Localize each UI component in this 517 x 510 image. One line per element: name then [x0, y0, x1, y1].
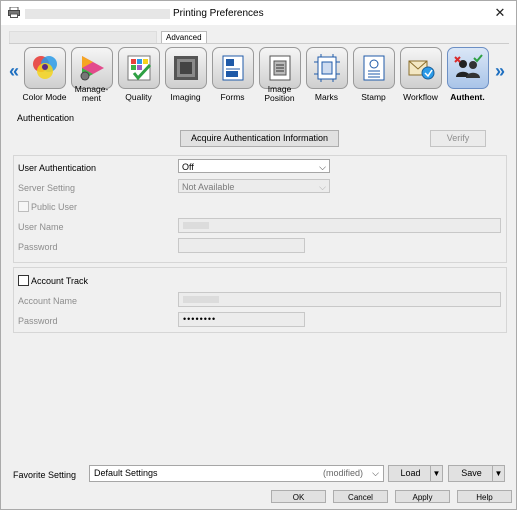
- icon-tab-frame: [306, 47, 348, 89]
- load-split-button: Load ▼: [388, 465, 443, 482]
- icon-tab-frame: [24, 47, 66, 89]
- user-name-field[interactable]: [178, 218, 501, 233]
- server-setting-select[interactable]: Not Available ⌵: [178, 179, 330, 193]
- icon-tab-image-position[interactable]: Image Position: [256, 47, 303, 105]
- tab-advanced[interactable]: Advanced: [161, 31, 207, 43]
- apply-button[interactable]: Apply: [395, 490, 450, 503]
- imaging-icon: [174, 56, 198, 80]
- user-name-redacted: [183, 222, 209, 229]
- icon-tab-management[interactable]: Manage- ment: [68, 47, 115, 105]
- save-button[interactable]: Save: [449, 466, 494, 481]
- icon-tab-workflow[interactable]: Workflow: [397, 47, 444, 105]
- auth-password-field[interactable]: [178, 238, 305, 253]
- favorite-modified-text: (modified): [322, 468, 363, 478]
- tab-strip: Advanced: [9, 31, 509, 44]
- icon-tab-imaging[interactable]: Imaging: [162, 47, 209, 105]
- color-wheel-icon: [33, 56, 57, 79]
- printer-name-redacted: [25, 9, 170, 19]
- public-user-checkbox[interactable]: [18, 201, 29, 212]
- user-authentication-label: User Authentication: [18, 163, 97, 173]
- icon-tab-frame: [118, 47, 160, 89]
- chevron-down-icon: ⌵: [319, 182, 326, 192]
- icon-tab-frame: [447, 47, 489, 89]
- account-password-field[interactable]: ••••••••: [178, 312, 305, 327]
- management-icon: [80, 56, 104, 81]
- icon-tab-frame: [353, 47, 395, 89]
- stamp-icon: [363, 55, 385, 81]
- icon-tab-quality[interactable]: Quality: [115, 47, 162, 105]
- marks-icon: [314, 54, 340, 82]
- authentication-icon: [454, 54, 483, 78]
- icon-tab-color-mode[interactable]: Color Mode: [21, 47, 68, 105]
- server-setting-value: Not Available: [182, 182, 235, 192]
- icon-tab-frame: [165, 47, 207, 89]
- favorite-setting-label: Favorite Setting: [13, 470, 77, 480]
- public-user-label: Public User: [31, 202, 78, 212]
- printing-preferences-window: Printing Preferences ✕ Advanced « » Colo…: [0, 0, 517, 510]
- function-icon-bar: Color Mode Manage- ment Quality Imaging …: [21, 47, 497, 105]
- quality-icon: [127, 55, 152, 81]
- workflow-icon: [408, 60, 435, 80]
- account-track-checkbox[interactable]: [18, 275, 29, 286]
- account-track-label: Account Track: [31, 276, 89, 286]
- chevron-down-icon: ⌵: [319, 162, 326, 172]
- close-button[interactable]: ✕: [490, 4, 510, 22]
- user-name-label: User Name: [18, 222, 64, 232]
- title-bar: Printing Preferences ✕: [1, 1, 516, 25]
- verify-button[interactable]: Verify: [430, 130, 486, 147]
- icon-tab-authentication[interactable]: Authent.: [444, 47, 491, 105]
- save-split-button: Save ▼: [448, 465, 505, 482]
- printer-icon: [8, 7, 20, 18]
- favorite-setting-select[interactable]: Default Settings (modified) ⌵: [89, 465, 384, 482]
- icon-tab-frame: [259, 47, 301, 89]
- account-name-redacted: [183, 296, 219, 303]
- icon-tab-frame: [212, 47, 254, 89]
- icon-tab-frame: [400, 47, 442, 89]
- icon-tab-frame: [71, 47, 113, 89]
- tab-divider: [9, 43, 509, 44]
- account-name-field[interactable]: [178, 292, 501, 307]
- save-dropdown-icon[interactable]: ▼: [492, 466, 504, 481]
- window-title: Printing Preferences: [173, 8, 264, 19]
- favorite-setting-value: Default Settings: [94, 468, 158, 478]
- auth-password-label: Password: [18, 242, 58, 252]
- help-button[interactable]: Help: [457, 490, 512, 503]
- image-position-icon: [269, 55, 291, 81]
- cancel-button[interactable]: Cancel: [333, 490, 388, 503]
- user-authentication-value: Off: [182, 162, 194, 172]
- acquire-authentication-button[interactable]: Acquire Authentication Information: [180, 130, 339, 147]
- account-name-label: Account Name: [18, 296, 78, 306]
- server-setting-label: Server Setting: [18, 183, 76, 193]
- icon-tab-stamp[interactable]: Stamp: [350, 47, 397, 105]
- load-dropdown-icon[interactable]: ▼: [430, 466, 442, 481]
- scroll-left-icon[interactable]: «: [9, 61, 19, 82]
- icon-tab-forms[interactable]: Forms: [209, 47, 256, 105]
- forms-icon: [222, 55, 244, 81]
- chevron-down-icon: ⌵: [372, 468, 379, 478]
- load-button[interactable]: Load: [389, 466, 432, 481]
- section-title-authentication: Authentication: [17, 113, 75, 123]
- icon-tab-label: Authent.: [450, 92, 485, 102]
- icon-tab-marks[interactable]: Marks: [303, 47, 350, 105]
- user-authentication-select[interactable]: Off ⌵: [178, 159, 330, 173]
- ok-button[interactable]: OK: [271, 490, 326, 503]
- account-password-label: Password: [18, 316, 58, 326]
